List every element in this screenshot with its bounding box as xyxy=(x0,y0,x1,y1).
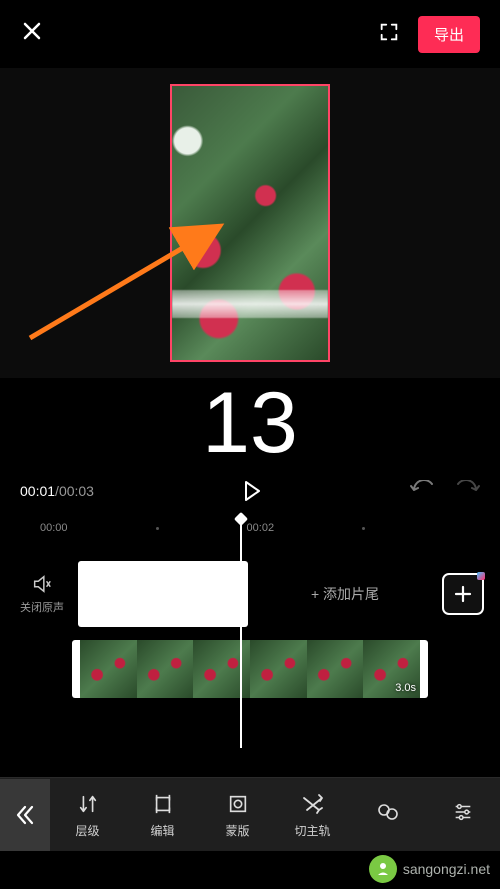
time-ruler: 00:00 00:02 xyxy=(0,514,500,538)
video-preview[interactable] xyxy=(170,84,330,362)
redo-button[interactable] xyxy=(454,480,480,503)
preview-area: 13 xyxy=(0,68,500,378)
watermark: sangongzi.net xyxy=(369,855,490,883)
tool-mask[interactable]: 蒙版 xyxy=(200,791,275,839)
countdown-number: 13 xyxy=(0,380,500,466)
watermark-text: sangongzi.net xyxy=(403,861,490,877)
time-display: 00:01/00:03 xyxy=(20,483,94,499)
close-icon[interactable] xyxy=(20,18,44,50)
clip-duration: 3.0s xyxy=(395,682,416,694)
video-track[interactable]: 3.0s xyxy=(72,640,428,698)
undo-button[interactable] xyxy=(410,480,436,503)
back-button[interactable] xyxy=(0,779,50,851)
tool-layer[interactable]: 层级 xyxy=(50,791,125,839)
fullscreen-icon[interactable] xyxy=(378,21,400,48)
mute-label: 关闭原声 xyxy=(20,599,64,615)
add-clip-button[interactable] xyxy=(442,573,484,615)
tool-replace[interactable] xyxy=(350,799,425,830)
text-clip[interactable] xyxy=(78,561,248,627)
text-overlay[interactable] xyxy=(172,290,328,318)
mute-audio-button[interactable]: 关闭原声 xyxy=(16,573,68,615)
play-button[interactable] xyxy=(94,480,410,502)
playhead[interactable] xyxy=(240,518,242,748)
tool-adjust[interactable] xyxy=(425,799,500,830)
watermark-logo xyxy=(369,855,397,883)
timeline[interactable]: 关闭原声 + 添加片尾 3.0s xyxy=(0,538,500,738)
add-tail-button[interactable]: + 添加片尾 xyxy=(258,562,432,626)
export-button[interactable]: 导出 xyxy=(418,16,480,53)
tool-switch-track[interactable]: 切主轨 xyxy=(275,791,350,839)
bottom-toolbar: 层级 编辑 蒙版 切主轨 xyxy=(0,777,500,851)
tool-edit[interactable]: 编辑 xyxy=(125,791,200,839)
